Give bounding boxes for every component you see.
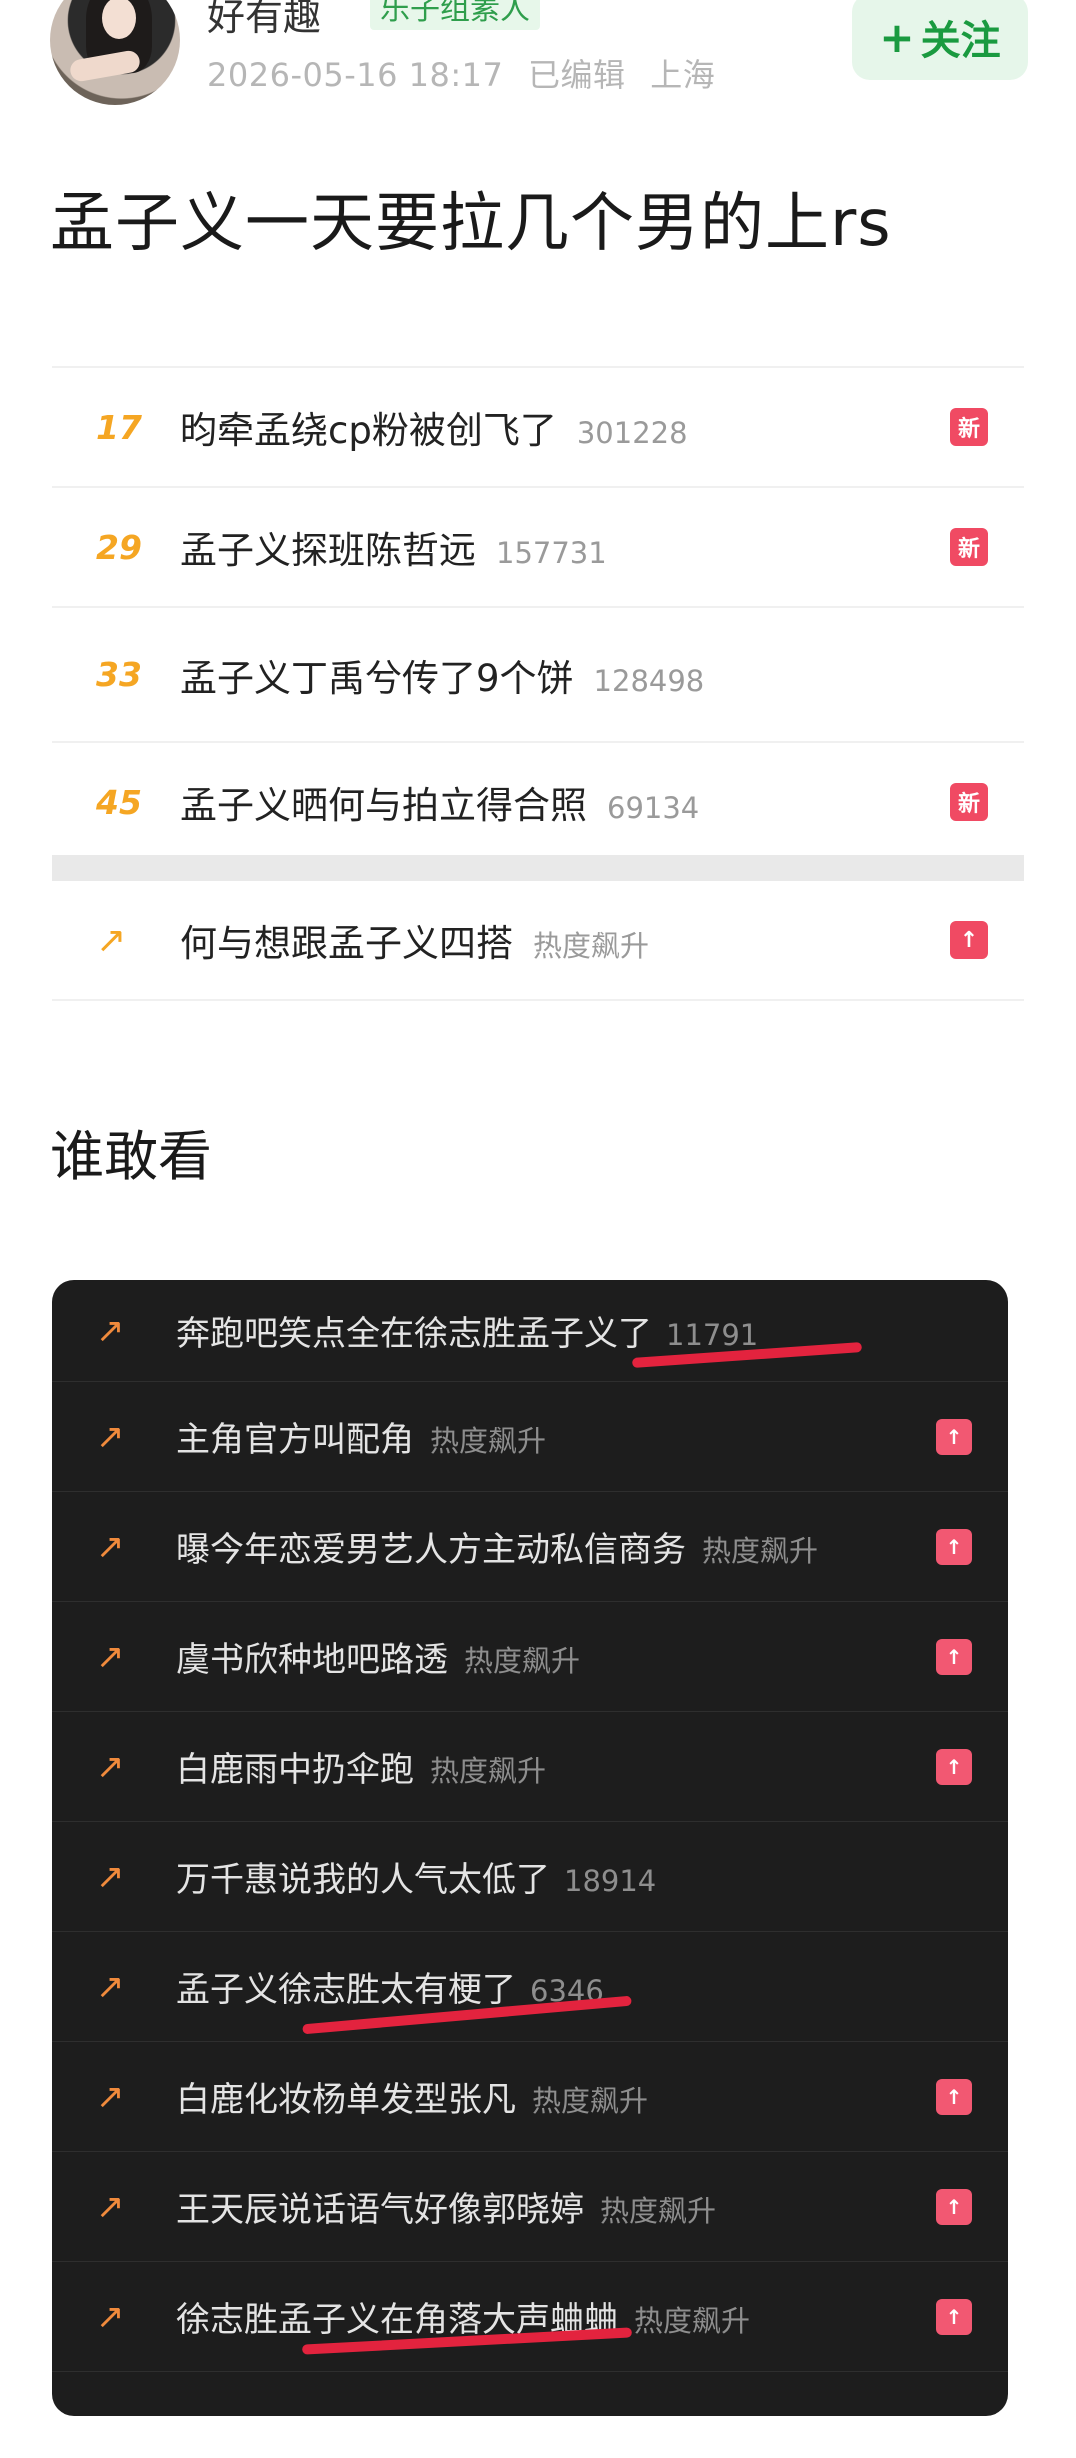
heat-rising-label: 热度飙升: [464, 1644, 581, 1678]
trending-item[interactable]: ↗ 何与想跟孟子义四搭 热度飙升 ↑: [52, 881, 1024, 999]
trending-list-light: 17 昀牵孟绕cp粉被创飞了 301228 新 29 孟子义探班陈哲远 157731…: [52, 366, 1024, 1001]
trending-title: 曝今年恋爱男艺人方主动私信商务 热度飙升: [176, 1530, 819, 1570]
heat-count: 18914: [564, 1864, 657, 1898]
follow-button[interactable]: + 关注: [852, 0, 1028, 80]
follow-label: 关注: [920, 18, 1001, 64]
heat-count: 301228: [576, 416, 688, 450]
trending-item[interactable]: ↗ 孟子义徐志胜太有梗了 6346: [52, 1932, 1008, 2042]
heat-rising-label: 热度飙升: [430, 1754, 547, 1788]
heat-rising-label: 热度飙升: [430, 1424, 547, 1458]
trend-arrow-icon: ↗: [96, 1966, 125, 2007]
trending-title: 虞书欣种地吧路透 热度飙升: [176, 1640, 581, 1680]
trend-arrow-icon: ↗: [96, 1636, 125, 1677]
trending-item[interactable]: ↗ 白鹿化妆杨单发型张凡 热度飙升 ↑: [52, 2042, 1008, 2152]
trending-item[interactable]: ↗ 王天辰说话语气好像郭晓婷 热度飙升 ↑: [52, 2152, 1008, 2262]
trending-item[interactable]: ↗ 奔跑吧笑点全在徐志胜孟子义了 11791: [52, 1280, 1008, 1382]
heat-count: 11791: [666, 1318, 759, 1352]
trend-arrow-icon: ↗: [96, 1416, 125, 1457]
heat-rising-label: 热度飙升: [533, 929, 650, 963]
rising-tag-icon: ↑: [950, 921, 988, 959]
heat-rising-label: 热度飙升: [600, 2194, 717, 2228]
trending-item[interactable]: ↗ 徐志胜孟子义在角落大声蛐蛐 热度飙升 ↑: [52, 2262, 1008, 2372]
edited-label: 已编辑: [528, 56, 626, 94]
trend-arrow-icon: ↗: [96, 919, 127, 961]
trending-title: 白鹿化妆杨单发型张凡 热度飙升: [176, 2080, 649, 2120]
rising-tag-icon: ↑: [936, 1748, 972, 1785]
trending-title: 万千惠说我的人气太低了 18914: [176, 1860, 657, 1900]
trending-item[interactable]: ↗ 虞书欣种地吧路透 热度飙升 ↑: [52, 1602, 1008, 1712]
rising-tag-icon: ↑: [936, 2298, 972, 2335]
trending-title: 主角官方叫配角 热度飙升: [176, 1420, 547, 1460]
rank-number: 33: [96, 655, 142, 694]
trending-item[interactable]: ↗ 白鹿雨中扔伞跑 热度飙升 ↑: [52, 1712, 1008, 1822]
trending-title: 孟子义晒何与拍立得合照 69134: [180, 784, 700, 827]
location-label: 上海: [650, 56, 716, 94]
new-tag-icon: 新: [950, 408, 988, 446]
heat-count: 69134: [607, 791, 700, 825]
rank-number: 29: [96, 527, 142, 567]
trending-title: 王天辰说话语气好像郭晓婷 热度飙升: [176, 2190, 717, 2230]
trending-item[interactable]: 33 孟子义丁禹兮传了9个饼 128498: [52, 606, 1024, 741]
trend-arrow-icon: ↗: [96, 2186, 125, 2227]
rising-tag-icon: ↑: [936, 1638, 972, 1675]
post-meta: 2026-05-16 18:17 已编辑 上海: [207, 50, 729, 96]
trending-item[interactable]: 29 孟子义探班陈哲远 157731 新: [52, 486, 1024, 606]
section-title: 谁敢看: [50, 1125, 212, 1188]
avatar[interactable]: [50, 0, 180, 105]
list-bottom-border: [52, 999, 1024, 1001]
trending-list-dark: ↗ 奔跑吧笑点全在徐志胜孟子义了 11791 ↗ 主角官方叫配角 热度飙升 ↑ ↗ …: [52, 1280, 1008, 2416]
rising-tag-icon: ↑: [936, 1528, 972, 1565]
trending-item[interactable]: ↗ 曝今年恋爱男艺人方主动私信商务 热度飙升 ↑: [52, 1492, 1008, 1602]
trend-arrow-icon: ↗: [96, 2076, 125, 2117]
new-tag-icon: 新: [950, 528, 988, 566]
trending-title: 奔跑吧笑点全在徐志胜孟子义了 11791: [176, 1314, 759, 1354]
trend-arrow-icon: ↗: [96, 1746, 125, 1787]
heat-rising-label: 热度飙升: [702, 1534, 819, 1568]
trending-title: 昀牵孟绕cp粉被创飞了 301228: [180, 409, 688, 452]
rank-number: 17: [96, 407, 142, 447]
trend-arrow-icon: ↗: [96, 1856, 125, 1897]
trend-arrow-icon: ↗: [96, 1310, 125, 1351]
trending-item[interactable]: 17 昀牵孟绕cp粉被创飞了 301228 新: [52, 366, 1024, 486]
post-header: 好有趣 乐子组素人 2026-05-16 18:17 已编辑 上海 + 关注: [0, 0, 1076, 120]
new-tag-icon: 新: [950, 783, 988, 821]
plus-icon: +: [879, 12, 915, 62]
trend-arrow-icon: ↗: [96, 2296, 125, 2337]
username[interactable]: 好有趣: [207, 0, 321, 41]
heat-count: 157731: [496, 536, 607, 570]
trend-arrow-icon: ↗: [96, 1526, 125, 1567]
post-title: 孟子义一天要拉几个男的上rs: [50, 187, 892, 261]
trending-item[interactable]: ↗ 万千惠说我的人气太低了 18914: [52, 1822, 1008, 1932]
avatar-arm: [68, 49, 142, 83]
rising-tag-icon: ↑: [936, 2188, 972, 2225]
user-badge: 乐子组素人: [370, 0, 540, 30]
heat-rising-label: 热度飙升: [532, 2084, 649, 2118]
heat-rising-label: 热度飙升: [634, 2304, 751, 2338]
trending-title: 徐志胜孟子义在角落大声蛐蛐 热度飙升: [176, 2300, 751, 2340]
heat-count: 128498: [593, 663, 705, 698]
rising-tag-icon: ↑: [936, 2078, 972, 2115]
rising-tag-icon: ↑: [936, 1418, 972, 1455]
trending-title: 孟子义探班陈哲远 157731: [180, 529, 607, 572]
post-date: 2026-05-16 18:17: [207, 56, 504, 94]
trending-item[interactable]: ↗ 主角官方叫配角 热度飙升 ↑: [52, 1382, 1008, 1492]
trending-title: 孟子义丁禹兮传了9个饼 128498: [180, 656, 705, 700]
trending-title: 白鹿雨中扔伞跑 热度飙升: [176, 1750, 547, 1790]
trending-title: 何与想跟孟子义四搭 热度飙升: [180, 922, 650, 965]
rank-number: 45: [96, 782, 142, 822]
trending-item[interactable]: 45 孟子义晒何与拍立得合照 69134 新: [52, 741, 1024, 861]
